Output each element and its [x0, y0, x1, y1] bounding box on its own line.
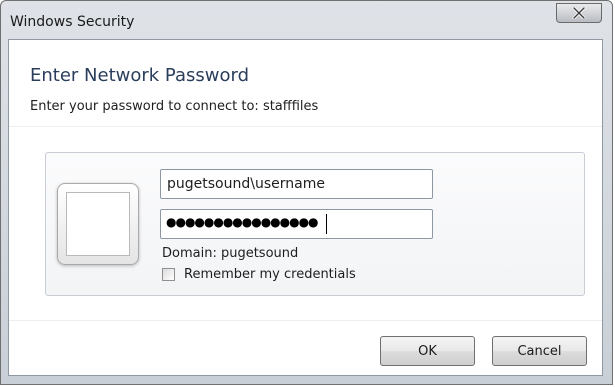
window-title: Windows Security — [10, 14, 135, 30]
dialog-subheading: Enter your password to connect to: staff… — [30, 99, 319, 114]
username-field[interactable] — [160, 169, 433, 199]
close-icon — [572, 7, 586, 19]
footer-divider — [9, 320, 602, 321]
remember-checkbox[interactable] — [162, 268, 175, 281]
title-bar[interactable]: Windows Security — [1, 1, 612, 41]
user-tile-picture — [66, 192, 130, 256]
ok-button[interactable]: OK — [380, 336, 475, 366]
remember-credentials[interactable]: Remember my credentials — [162, 267, 356, 282]
text-caret — [326, 214, 327, 234]
domain-label: Domain: pugetsound — [162, 246, 299, 261]
remember-label[interactable]: Remember my credentials — [184, 267, 356, 282]
cancel-button[interactable]: Cancel — [492, 336, 587, 366]
close-button[interactable] — [556, 3, 602, 23]
dialog-heading: Enter Network Password — [30, 65, 249, 86]
password-field[interactable] — [160, 209, 433, 239]
user-tile-icon — [57, 183, 139, 265]
header-divider — [9, 126, 602, 127]
